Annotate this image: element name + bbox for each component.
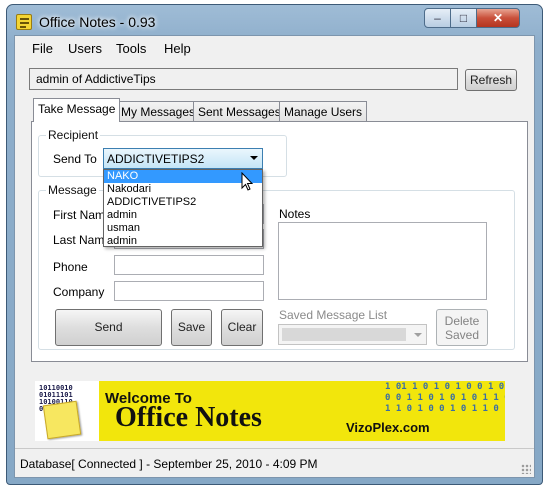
send-button[interactable]: Send — [55, 309, 162, 346]
recipient-group-label: Recipient — [46, 128, 101, 142]
delete-saved-line1: Delete — [444, 314, 480, 328]
menu-users[interactable]: Users — [68, 41, 102, 56]
send-to-dropdown[interactable]: ADDICTIVETIPS2 — [103, 148, 263, 169]
refresh-button[interactable]: Refresh — [465, 69, 517, 91]
resize-grip-icon[interactable] — [521, 464, 531, 474]
company-field[interactable] — [114, 281, 264, 301]
title-bar[interactable]: Office Notes - 0.93 – □ ✕ — [7, 5, 542, 35]
option-nako[interactable]: NAKO — [104, 170, 262, 183]
binary-pattern-right: 1 01 1 0 1 0 1 0 0 1 0 1 0 0 1 1 0 1 0 1… — [385, 382, 505, 414]
notes-field[interactable] — [278, 222, 487, 300]
phone-label: Phone — [53, 260, 88, 274]
status-text: Database[ Connected ] - September 25, 20… — [20, 457, 318, 471]
notes-app-icon — [16, 14, 32, 30]
maximize-button[interactable]: □ — [450, 8, 477, 28]
tab-manage-users[interactable]: Manage Users — [279, 101, 368, 121]
banner-site: VizoPlex.com — [346, 420, 430, 435]
welcome-banner: 10110010010111011010011001101001 Welcome… — [35, 381, 505, 441]
send-to-options-list[interactable]: NAKO Nakodari ADDICTIVETIPS2 admin usman… — [103, 169, 263, 247]
client-area: File Users Tools Help admin of Addictive… — [14, 35, 535, 478]
minimize-button[interactable]: – — [424, 8, 451, 28]
company-label: Company — [53, 285, 105, 299]
menu-tools[interactable]: Tools — [116, 41, 146, 56]
send-to-value: ADDICTIVETIPS2 — [107, 152, 205, 166]
delete-saved-button[interactable]: Delete Saved — [436, 309, 488, 346]
banner-title: Office Notes — [115, 402, 262, 433]
current-user-field: admin of AddictiveTips — [29, 68, 458, 90]
close-button[interactable]: ✕ — [476, 8, 520, 28]
saved-message-dropdown[interactable] — [278, 324, 427, 345]
tab-sent-messages[interactable]: Sent Messages — [193, 101, 286, 121]
delete-saved-line2: Saved — [444, 328, 480, 342]
option-nakodari[interactable]: Nakodari — [104, 183, 262, 196]
menu-help[interactable]: Help — [164, 41, 191, 56]
option-usman[interactable]: usman — [104, 222, 262, 235]
chevron-down-icon — [250, 156, 258, 160]
saved-message-value — [282, 328, 406, 341]
message-group-label: Message — [46, 183, 99, 197]
menu-file[interactable]: File — [32, 41, 53, 56]
tab-take-message[interactable]: Take Message — [33, 98, 121, 122]
save-button[interactable]: Save — [171, 309, 212, 346]
chevron-down-icon — [414, 333, 422, 337]
tab-my-messages[interactable]: My Messages — [116, 101, 201, 121]
send-to-label: Send To — [53, 152, 97, 166]
banner-logo-area: 10110010010111011010011001101001 — [35, 381, 99, 441]
menu-bar: File Users Tools Help — [15, 36, 534, 58]
saved-message-list-label: Saved Message List — [279, 308, 388, 322]
option-addictivetips2[interactable]: ADDICTIVETIPS2 — [104, 196, 262, 209]
option-admin[interactable]: admin — [104, 209, 262, 222]
sticky-note-icon — [42, 400, 82, 440]
clear-button[interactable]: Clear — [221, 309, 263, 346]
app-window: Office Notes - 0.93 – □ ✕ File Users Too… — [6, 4, 543, 485]
window-title: Office Notes - 0.93 — [39, 14, 156, 30]
phone-field[interactable] — [114, 255, 264, 275]
mouse-cursor-icon — [241, 172, 254, 191]
status-bar: Database[ Connected ] - September 25, 20… — [15, 448, 534, 477]
notes-label: Notes — [279, 207, 311, 221]
option-admin-2[interactable]: admin — [104, 235, 262, 248]
